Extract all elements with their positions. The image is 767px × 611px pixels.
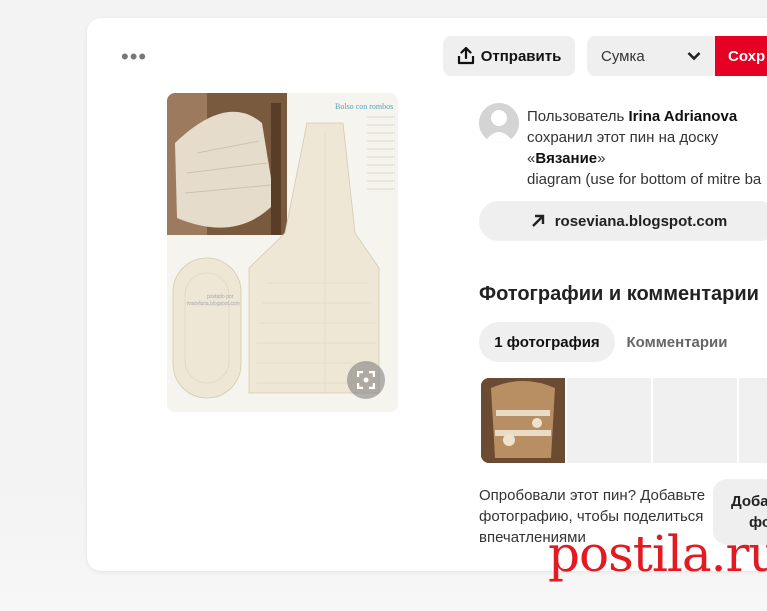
photo-thumbnails bbox=[481, 378, 767, 463]
source-link-label: roseviana.blogspot.com bbox=[554, 212, 728, 230]
send-label: Отправить bbox=[480, 47, 562, 65]
photo-thumbnail-empty bbox=[567, 378, 651, 463]
expand-icon bbox=[357, 371, 375, 389]
pattern-heading: Bolso con rombos bbox=[335, 102, 393, 111]
save-button[interactable]: Сохр bbox=[715, 36, 767, 76]
photos-comments-title: Фотографии и комментарии bbox=[479, 283, 759, 305]
photo-thumbnail[interactable] bbox=[481, 378, 565, 463]
saved-prefix: Пользователь bbox=[527, 108, 629, 125]
arrow-up-right-icon bbox=[531, 214, 544, 227]
chevron-down-icon bbox=[687, 52, 701, 61]
share-icon bbox=[457, 47, 474, 65]
pin-card: ••• Отправить Сумка Сохр Bolso con rombo… bbox=[87, 18, 767, 571]
more-options-icon[interactable]: ••• bbox=[121, 46, 147, 68]
board-close-quote: » bbox=[597, 150, 606, 167]
user-photo-image bbox=[481, 378, 565, 463]
saved-by-text: Пользователь Irina Adrianova сохранил эт… bbox=[527, 106, 767, 190]
pin-description: diagram (use for bottom of mitre ba bbox=[527, 171, 762, 188]
pin-image[interactable]: Bolso con rombos postado por roseviana.b… bbox=[167, 93, 398, 412]
expand-image-button[interactable] bbox=[347, 361, 385, 399]
site-watermark: postila.ru bbox=[548, 525, 767, 583]
add-photo-label-1: Доба bbox=[731, 493, 767, 510]
board-select[interactable]: Сумка bbox=[587, 36, 715, 76]
saved-line-2: сохранил этот пин на доску bbox=[527, 129, 719, 146]
avatar[interactable] bbox=[479, 103, 519, 143]
source-link-button[interactable]: roseviana.blogspot.com bbox=[479, 201, 767, 241]
tab-comments[interactable]: Комментарии bbox=[617, 322, 737, 362]
image-watermark-1: postado por bbox=[207, 294, 234, 300]
photo-thumbnail-empty bbox=[739, 378, 767, 463]
tab-photos[interactable]: 1 фотография bbox=[479, 322, 615, 362]
photo-thumbnail-empty bbox=[653, 378, 737, 463]
send-button[interactable]: Отправить bbox=[443, 36, 575, 76]
user-name-link[interactable]: Irina Adrianova bbox=[629, 108, 738, 125]
board-select-value: Сумка bbox=[601, 47, 645, 65]
image-watermark-2: roseviana.blogspot.com bbox=[187, 301, 240, 307]
user-avatar-icon bbox=[479, 103, 519, 143]
board-name-link[interactable]: Вязание bbox=[535, 150, 597, 167]
